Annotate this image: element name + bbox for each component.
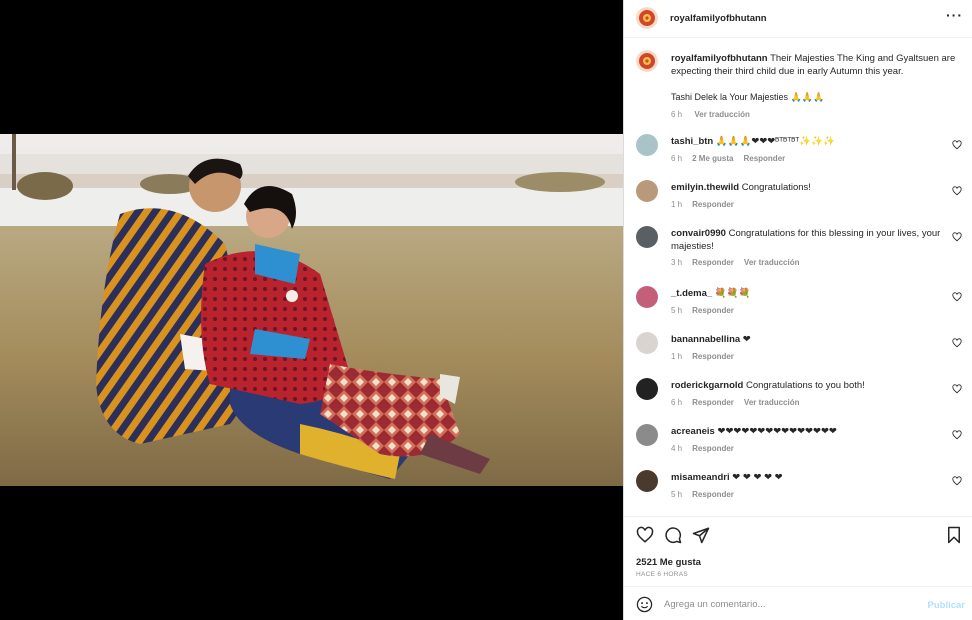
heart-icon[interactable]: [636, 526, 654, 544]
caption-username[interactable]: royalfamilyofbhutann: [671, 53, 768, 64]
comment-composer: Publicar: [624, 586, 972, 620]
reply-button[interactable]: Responder: [743, 154, 785, 163]
comment-like-heart-icon[interactable]: [952, 140, 962, 150]
post-photo[interactable]: [0, 134, 623, 486]
comment-like-heart-icon[interactable]: [952, 338, 962, 348]
comment-text: ❤❤❤❤❤❤❤❤❤❤❤❤❤❤❤: [717, 426, 837, 437]
reply-button[interactable]: Responder: [692, 398, 734, 407]
comment-input[interactable]: [664, 596, 914, 612]
post-header: royalfamilyofbhutann ···: [624, 0, 972, 38]
commenter-avatar[interactable]: [636, 332, 658, 354]
commenter-avatar[interactable]: [636, 180, 658, 202]
comment-like-heart-icon[interactable]: [952, 476, 962, 486]
comment-text: 🙏🙏🙏❤❤❤ᴮᵀᴮᵀᴮᵀ✨✨✨: [715, 136, 835, 147]
reply-button[interactable]: Responder: [692, 258, 734, 267]
emoji-icon[interactable]: [636, 596, 653, 613]
commenter-avatar[interactable]: [636, 286, 658, 308]
comment-likes[interactable]: 2 Me gusta: [692, 154, 733, 163]
royal-emblem-icon: [636, 50, 658, 72]
translate-link[interactable]: Ver traducción: [744, 398, 800, 407]
commenter-username[interactable]: emilyin.thewild: [671, 182, 739, 193]
reply-button[interactable]: Responder: [692, 352, 734, 361]
commenter-avatar[interactable]: [636, 378, 658, 400]
commenter-avatar[interactable]: [636, 424, 658, 446]
comment-time[interactable]: 4 h: [671, 444, 682, 453]
commenter-username[interactable]: _t.dema_: [671, 288, 712, 299]
comment-text: Congratulations!: [741, 182, 811, 193]
comment-text: 💐💐💐: [714, 288, 751, 299]
caption-blessing: Tashi Delek la Your Majesties 🙏🙏🙏: [671, 92, 825, 102]
comment-time[interactable]: 3 h: [671, 258, 682, 267]
comment-time[interactable]: 5 h: [671, 490, 682, 499]
commenter-username[interactable]: banannabellina: [671, 334, 740, 345]
caption-time[interactable]: 6 h: [671, 110, 682, 119]
publish-button[interactable]: Publicar: [928, 600, 966, 611]
comment-like-heart-icon[interactable]: [952, 232, 962, 242]
comment-time[interactable]: 6 h: [671, 154, 682, 163]
more-options-icon[interactable]: ···: [946, 8, 963, 22]
bookmark-icon[interactable]: [945, 526, 963, 544]
comment-time[interactable]: 1 h: [671, 352, 682, 361]
share-icon[interactable]: [692, 526, 710, 544]
commenter-username[interactable]: tashi_btn: [671, 136, 713, 147]
comment-like-heart-icon[interactable]: [952, 384, 962, 394]
comment-text: ❤ ❤ ❤ ❤ ❤: [732, 472, 783, 483]
commenter-username[interactable]: misameandri: [671, 472, 730, 483]
commenter-avatar[interactable]: [636, 134, 658, 156]
reply-button[interactable]: Responder: [692, 200, 734, 209]
post-actions: 2521 Me gusta HACE 6 HORAS: [624, 516, 972, 586]
post-side-panel: royalfamilyofbhutann ··· royalfamilyofbh…: [623, 0, 972, 620]
comment-time[interactable]: 6 h: [671, 398, 682, 407]
commenter-avatar[interactable]: [636, 470, 658, 492]
comment-text: Congratulations to you both!: [745, 380, 865, 391]
reply-button[interactable]: Responder: [692, 490, 734, 499]
reply-button[interactable]: Responder: [692, 444, 734, 453]
translate-link[interactable]: Ver traducción: [744, 258, 800, 267]
caption-translate-link[interactable]: Ver traducción: [694, 110, 750, 119]
commenter-username[interactable]: acreaneis: [671, 426, 715, 437]
likes-count[interactable]: 2521 Me gusta: [636, 557, 701, 568]
comment-time[interactable]: 1 h: [671, 200, 682, 209]
commenter-username[interactable]: roderickgarnold: [671, 380, 743, 391]
post-time-ago: HACE 6 HORAS: [636, 571, 689, 578]
account-avatar[interactable]: [636, 7, 658, 29]
post-media-pane: [0, 0, 623, 620]
reply-button[interactable]: Responder: [692, 306, 734, 315]
commenter-avatar[interactable]: [636, 226, 658, 248]
royal-emblem-icon: [636, 7, 658, 29]
comment-like-heart-icon[interactable]: [952, 430, 962, 440]
commenter-username[interactable]: convair0990: [671, 228, 726, 239]
caption-avatar[interactable]: [636, 50, 658, 72]
comment-like-heart-icon[interactable]: [952, 292, 962, 302]
comment-time[interactable]: 5 h: [671, 306, 682, 315]
comment-like-heart-icon[interactable]: [952, 186, 962, 196]
comment-text: ❤: [742, 334, 751, 345]
comment-icon[interactable]: [664, 526, 682, 544]
account-username[interactable]: royalfamilyofbhutann: [670, 13, 767, 24]
